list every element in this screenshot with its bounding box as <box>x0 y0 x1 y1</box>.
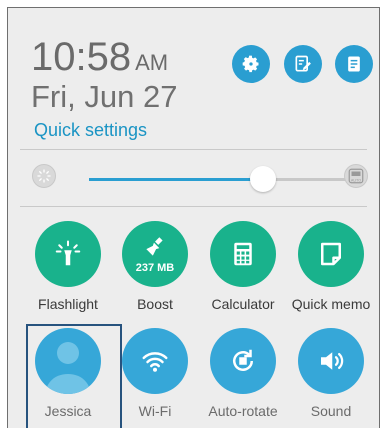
calculator-button[interactable] <box>210 221 276 287</box>
settings-button[interactable] <box>232 45 270 83</box>
tile-wifi[interactable]: Wi-Fi <box>114 328 196 419</box>
clock-time: 10:58 <box>31 35 132 79</box>
date: Fri, Jun 27 <box>31 79 178 114</box>
calculator-icon <box>234 242 252 266</box>
notes-icon <box>348 56 360 72</box>
broom-icon <box>146 237 163 256</box>
wifi-button[interactable] <box>122 328 188 394</box>
tile-auto-rotate[interactable]: Auto-rotate <box>202 328 284 419</box>
divider-top <box>20 149 367 150</box>
quick-memo-label: Quick memo <box>291 296 371 312</box>
edit-button[interactable] <box>284 45 322 83</box>
brightness-auto-button[interactable]: AUTO <box>344 164 368 188</box>
quick-memo-button[interactable] <box>298 221 364 287</box>
calculator-label: Calculator <box>211 296 275 312</box>
tile-sound[interactable]: Sound <box>290 328 372 419</box>
sound-button[interactable] <box>298 328 364 394</box>
wifi-icon <box>142 352 168 372</box>
sound-icon <box>321 352 344 370</box>
boost-memory: 237 MB <box>135 262 175 274</box>
auto-label: AUTO <box>351 178 361 182</box>
settings-icon <box>242 55 259 73</box>
flashlight-icon <box>55 240 81 266</box>
quick-settings-link[interactable]: Quick settings <box>34 120 147 141</box>
tile-boost[interactable]: 237 MB Boost <box>114 221 196 312</box>
auto-rotate-label: Auto-rotate <box>208 403 278 419</box>
wifi-label: Wi-Fi <box>138 403 172 419</box>
tile-quick-memo[interactable]: Quick memo <box>290 221 372 312</box>
auto-rotate-icon <box>233 349 253 371</box>
boost-label: Boost <box>137 296 173 312</box>
boost-button[interactable]: 237 MB <box>122 221 188 287</box>
edit-icon <box>295 55 311 72</box>
flashlight-button[interactable] <box>35 221 101 287</box>
flashlight-label: Flashlight <box>38 296 98 312</box>
tile-flashlight[interactable]: Flashlight <box>27 221 109 312</box>
memo-icon <box>321 242 341 266</box>
quick-settings-panel: 10:58 AM Fri, Jun 27 Quick settings AUTO… <box>7 7 380 428</box>
selected-user-frame <box>26 324 122 428</box>
clock: 10:58 AM <box>31 37 168 77</box>
brightness-fill <box>89 178 264 181</box>
notes-button[interactable] <box>335 45 373 83</box>
tile-calculator[interactable]: Calculator <box>202 221 284 312</box>
brightness-low-icon <box>32 164 56 188</box>
clock-ampm: AM <box>135 50 169 75</box>
sound-label: Sound <box>310 403 352 419</box>
auto-rotate-button[interactable] <box>210 328 276 394</box>
auto-brightness-icon: AUTO <box>348 168 364 184</box>
divider-mid <box>20 206 367 207</box>
brightness-slider-thumb[interactable] <box>250 166 277 192</box>
